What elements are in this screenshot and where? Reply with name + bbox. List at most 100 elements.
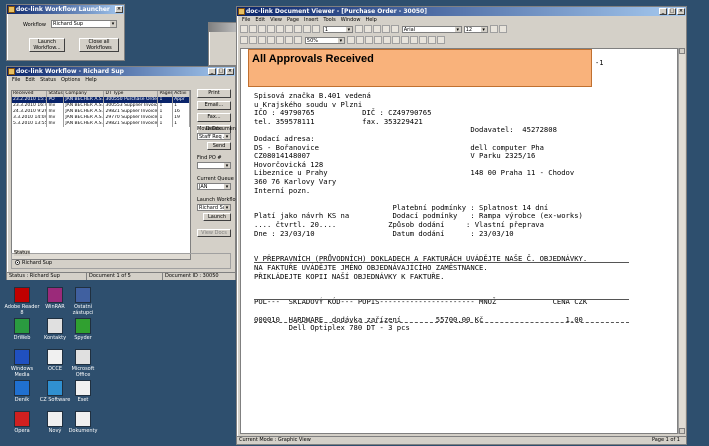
menu-window[interactable]: Window — [341, 17, 361, 23]
status-group-label: Status — [14, 250, 30, 256]
page-count: Page 1 of 1 — [651, 437, 680, 443]
table-cell: 1 — [173, 121, 190, 127]
print-icon[interactable] — [249, 25, 257, 33]
menu-edit[interactable]: Edit — [255, 17, 265, 23]
queue-table[interactable]: Received Status Company DT Type Pages Activi … — [11, 90, 191, 260]
maximize-icon[interactable]: □ — [217, 68, 225, 75]
menu-edit[interactable]: Edit — [25, 77, 35, 83]
pen-icon[interactable] — [409, 36, 418, 44]
select-icon[interactable] — [240, 36, 248, 44]
view-docs-button[interactable]: View Docs — [197, 229, 231, 237]
shortcut-icon — [47, 318, 63, 334]
launcher-title: doc-link Workflow Launcher — [16, 6, 110, 13]
desktop-icon[interactable]: Dokumenty — [64, 411, 102, 434]
next-page-icon[interactable] — [354, 25, 363, 33]
shortcut-icon — [75, 380, 91, 396]
note-icon[interactable] — [390, 25, 399, 33]
menu-help[interactable]: Help — [365, 17, 376, 23]
menu-help[interactable]: Help — [85, 77, 96, 83]
fit-page-icon[interactable] — [267, 36, 275, 44]
close-all-workflows-button[interactable]: Close all Workflows — [79, 38, 119, 52]
italic-icon[interactable] — [498, 25, 507, 33]
find-po-label: Find PO # — [197, 155, 222, 161]
paste-icon[interactable] — [294, 25, 302, 33]
print-button[interactable]: Print — [197, 89, 231, 98]
background-title-bar — [209, 23, 239, 32]
zoom-icon[interactable] — [294, 36, 302, 44]
desktop-icon[interactable]: Eset — [64, 380, 102, 403]
desktop-icon[interactable]: Microsoft Office — [64, 349, 102, 378]
close-icon[interactable]: × — [677, 8, 685, 15]
copy-icon[interactable] — [285, 25, 293, 33]
prev-page-icon[interactable] — [312, 25, 320, 33]
line-icon[interactable] — [373, 36, 382, 44]
zoom-out-icon[interactable] — [285, 36, 293, 44]
queue-title-bar: doc-link Workflow - Richard Sup _ □ × — [7, 67, 235, 76]
pan-icon[interactable] — [249, 36, 257, 44]
shortcut-icon — [14, 318, 30, 334]
font-size-select[interactable]: 12 — [463, 25, 488, 33]
zoom-in-icon[interactable] — [276, 36, 284, 44]
font-select[interactable]: Arial — [401, 25, 462, 33]
menu-insert[interactable]: Insert — [304, 17, 318, 23]
menu-file[interactable]: File — [242, 17, 250, 23]
text-icon[interactable] — [364, 36, 373, 44]
launch-workflow-select[interactable]: Richard Sup — [197, 204, 231, 211]
find-po-input[interactable] — [197, 162, 231, 169]
desktop-icon[interactable]: Ostatní zástupci — [64, 287, 102, 316]
maximize-icon[interactable]: □ — [668, 8, 676, 15]
send-button[interactable]: Send — [207, 142, 231, 150]
current-queue-select[interactable]: JAN — [197, 183, 231, 190]
table-cell: JAN BECHER A.S. — [65, 121, 105, 127]
menu-page[interactable]: Page — [287, 17, 299, 23]
open-icon[interactable] — [258, 25, 266, 33]
ellipse-icon[interactable] — [391, 36, 400, 44]
save-icon[interactable] — [240, 25, 248, 33]
current-queue-label: Current Queue — [197, 176, 234, 182]
rect-icon[interactable] — [382, 36, 391, 44]
scan-icon[interactable] — [267, 25, 275, 33]
page-field[interactable]: 1 — [322, 25, 353, 33]
find-icon[interactable] — [372, 25, 381, 33]
menu-tools[interactable]: Tools — [323, 17, 335, 23]
zoom-select[interactable]: 50% — [304, 36, 345, 44]
minimize-icon[interactable]: _ — [659, 8, 667, 15]
approval-banner: All Approvals Received — [248, 49, 592, 87]
menu-options[interactable]: Options — [61, 77, 80, 83]
vertical-scrollbar[interactable] — [678, 48, 685, 434]
move-document-label: Move Document — [197, 126, 238, 132]
desktop-icon-label: Ostatní zástupci — [72, 304, 94, 316]
move-document-select[interactable]: Staff Req Ap — [197, 133, 231, 140]
table-row[interactable]: 5.3.2010 13:55:45InvJAN BECHER A.S.29821… — [12, 121, 190, 127]
redact-icon[interactable] — [427, 36, 436, 44]
close-icon[interactable]: × — [115, 6, 123, 13]
last-page-icon[interactable] — [363, 25, 372, 33]
launch-workflow-button[interactable]: Launch Workflow... — [29, 38, 65, 52]
toolbar-2: 50% — [240, 36, 684, 46]
page-mark: -1 — [595, 59, 604, 67]
highlight-icon[interactable] — [346, 36, 355, 44]
queue-menu-bar: File Edit Status Options Help — [7, 76, 235, 84]
cut-icon[interactable] — [276, 25, 284, 33]
fit-width-icon[interactable] — [258, 36, 266, 44]
radio-icon[interactable] — [15, 260, 20, 265]
arrow-icon[interactable] — [400, 36, 409, 44]
bold-icon[interactable] — [489, 25, 498, 33]
launcher-window: doc-link Workflow Launcher × Workflow Ri… — [6, 4, 125, 61]
shortcut-icon — [75, 318, 91, 334]
rotate-icon[interactable] — [381, 25, 390, 33]
menu-view[interactable]: View — [270, 17, 282, 23]
menu-file[interactable]: File — [12, 77, 20, 83]
color-icon[interactable] — [418, 36, 427, 44]
stamp-approve-icon[interactable] — [436, 36, 445, 44]
launch-button[interactable]: Launch — [203, 213, 231, 221]
fax-button[interactable]: Fax... — [197, 113, 231, 122]
close-icon[interactable]: × — [226, 68, 234, 75]
workflow-select[interactable]: Richard Sup — [51, 20, 117, 28]
email-button[interactable]: Email... — [197, 101, 231, 110]
stamp-icon[interactable] — [355, 36, 364, 44]
first-page-icon[interactable] — [303, 25, 311, 33]
desktop-icon[interactable]: Spyder — [64, 318, 102, 341]
minimize-icon[interactable]: _ — [208, 68, 216, 75]
menu-status[interactable]: Status — [40, 77, 56, 83]
